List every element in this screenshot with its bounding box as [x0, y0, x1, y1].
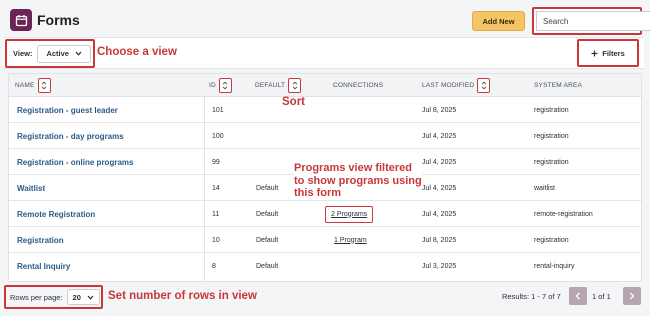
table-row[interactable]: Registration - guest leader 101 Jul 8, 2… [9, 97, 641, 123]
form-last-modified: Jul 4, 2025 [422, 132, 457, 140]
form-system-area: registration [534, 132, 569, 140]
form-id: 11 [212, 210, 220, 218]
rows-per-page-highlight: Rows per page: 20 [4, 285, 103, 309]
table-row[interactable]: Registration 10 Default 1 Program Jul 8,… [9, 227, 641, 253]
page-total: 1 [606, 292, 611, 301]
form-system-area: waitlist [534, 184, 556, 192]
annotation-choose-view: Choose a view [97, 46, 177, 58]
form-name-link[interactable]: Registration - guest leader [17, 97, 118, 123]
form-id: 10 [212, 236, 220, 244]
filters-label: Filters [602, 48, 625, 58]
form-name-link[interactable]: Registration [17, 227, 64, 253]
form-system-area: registration [534, 236, 569, 244]
table-row[interactable]: Rental Inquiry 8 Default Jul 3, 2025 ren… [9, 253, 641, 279]
view-value: Active [46, 49, 69, 58]
form-last-modified: Jul 4, 2025 [422, 184, 457, 192]
annotation-sort: Sort [282, 96, 305, 108]
previous-page-button[interactable] [569, 287, 587, 305]
form-name-link[interactable]: Rental Inquiry [17, 253, 70, 279]
form-system-area: remote-registration [534, 210, 593, 218]
add-new-button[interactable]: Add New [472, 11, 525, 31]
form-system-area: registration [534, 106, 569, 114]
form-name-link[interactable]: Registration - online programs [17, 149, 133, 175]
page-indicator: 1 of 1 [592, 292, 611, 301]
annotation-programs-view: Programs view filtered to show programs … [294, 162, 422, 200]
form-id: 100 [212, 132, 224, 140]
form-id: 8 [212, 262, 216, 270]
view-selector-highlight: View: Active [5, 39, 95, 68]
column-header-connections: CONNECTIONS [333, 82, 384, 89]
form-id: 101 [212, 106, 224, 114]
form-id: 14 [212, 184, 220, 192]
connections-highlight: 2 Programs [325, 201, 374, 227]
page-current: 1 [592, 292, 597, 301]
filters-button[interactable]: Filters [591, 49, 625, 58]
filters-highlight: Filters [577, 39, 639, 67]
form-last-modified: Jul 4, 2025 [422, 158, 457, 166]
search-input[interactable] [536, 11, 650, 31]
form-name-link[interactable]: Waitlist [17, 175, 45, 201]
annotation-rows-in-view: Set number of rows in view [108, 290, 257, 302]
sort-icon[interactable] [288, 78, 302, 93]
table-header: NAME ID DEFAULT CONNECTIONS LAST MODIFIE… [9, 74, 641, 97]
table-row[interactable]: Remote Registration 11 Default 2 Program… [9, 201, 641, 227]
page-of: of [598, 292, 605, 301]
form-default: Default [256, 184, 279, 192]
table-row[interactable]: Registration - day programs 100 Jul 4, 2… [9, 123, 641, 149]
calendar-icon [10, 9, 32, 31]
form-default: Default [256, 210, 279, 218]
connections-link[interactable]: 2 Programs [325, 205, 374, 223]
page-title: Forms [37, 12, 80, 28]
form-last-modified: Jul 8, 2025 [422, 236, 457, 244]
form-system-area: rental-inquiry [534, 262, 575, 270]
form-last-modified: Jul 4, 2025 [422, 210, 457, 218]
view-select[interactable]: Active [37, 44, 91, 63]
rows-per-page-label: Rows per page: [10, 292, 63, 302]
chevron-right-icon [630, 292, 635, 300]
form-default: Default [256, 262, 279, 270]
sort-icon[interactable] [477, 78, 491, 93]
view-label: View: [13, 49, 33, 58]
chevron-left-icon [575, 292, 580, 300]
results-count: Results: 1 - 7 of 7 [502, 292, 561, 301]
connections-link[interactable]: 1 Program [334, 227, 367, 253]
form-name-link[interactable]: Registration - day programs [17, 123, 124, 149]
column-header-system-area: SYSTEM AREA [534, 82, 583, 89]
column-header-last-modified[interactable]: LAST MODIFIED [422, 74, 491, 97]
column-header-default[interactable]: DEFAULT [255, 74, 302, 97]
form-last-modified: Jul 3, 2025 [422, 262, 457, 270]
search-box [532, 7, 650, 35]
form-default: Default [256, 236, 279, 244]
plus-icon [591, 50, 598, 56]
chevron-down-icon [75, 51, 82, 56]
form-id: 99 [212, 158, 220, 166]
rows-per-page-select[interactable]: 20 [66, 289, 100, 305]
form-system-area: registration [534, 158, 569, 166]
column-header-name[interactable]: NAME [15, 74, 51, 97]
form-name-link[interactable]: Remote Registration [17, 201, 95, 227]
chevron-down-icon [87, 295, 94, 300]
form-last-modified: Jul 8, 2025 [422, 106, 457, 114]
column-header-id[interactable]: ID [209, 74, 232, 97]
next-page-button[interactable] [623, 287, 641, 305]
sort-icon[interactable] [37, 78, 51, 93]
forms-page: Forms Add New View: Active Choose a view… [0, 0, 650, 316]
sort-icon[interactable] [218, 78, 232, 93]
